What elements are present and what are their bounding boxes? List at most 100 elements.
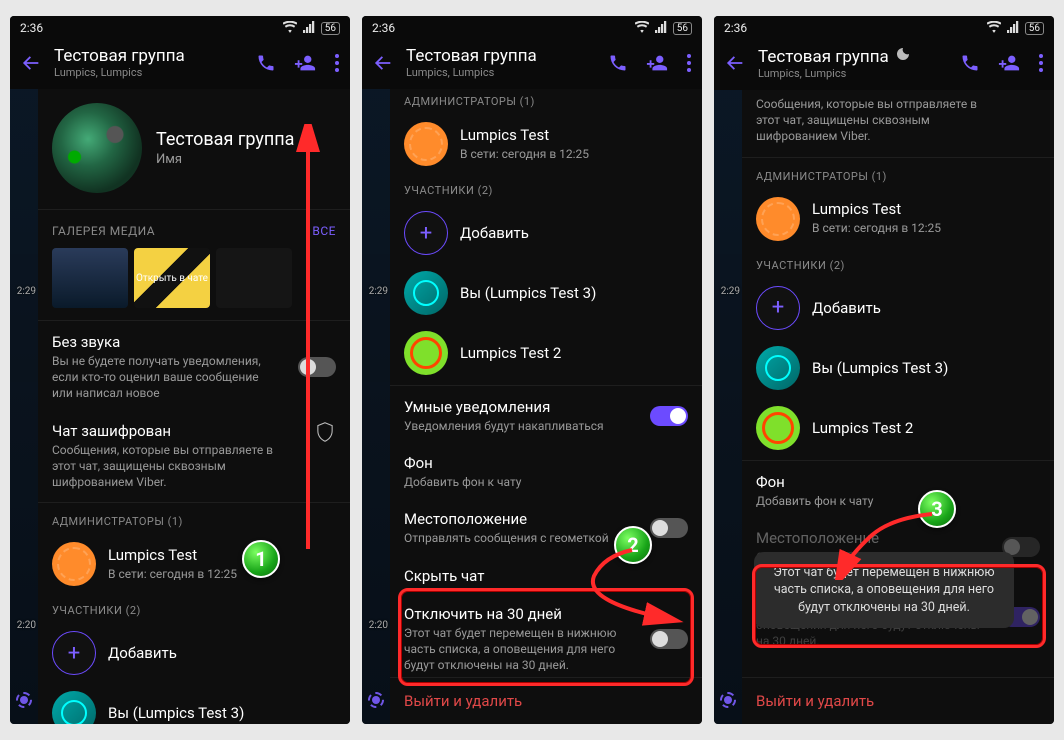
phone-screen-3: 2:29 2:36 56 Тестовая группа Lumpics, Lu… xyxy=(714,16,1054,724)
disable-30-days-setting[interactable]: Отключить на 30 дней Этот чат будет пере… xyxy=(390,595,702,677)
setting-desc: Добавить фон к чату xyxy=(404,474,634,490)
wifi-icon xyxy=(283,21,297,36)
admin-name: Lumpics Test xyxy=(812,200,1040,218)
background-setting[interactable]: Фон Добавить фон к чату xyxy=(390,444,702,500)
location-setting[interactable]: Местоположение Отправлять сообщения с ге… xyxy=(390,500,702,556)
mute-toggle[interactable] xyxy=(298,357,336,377)
add-person-icon[interactable] xyxy=(646,52,668,74)
phone-screen-1: 2:29 2:20 2:36 56 Тестовая группа xyxy=(10,16,350,724)
menu-dots-icon[interactable] xyxy=(1038,53,1044,73)
menu-dots-icon[interactable] xyxy=(686,53,692,73)
setting-title: Умные уведомления xyxy=(404,398,688,416)
header-subtitle: Lumpics, Lumpics xyxy=(406,66,596,79)
avatar xyxy=(756,346,800,390)
header-title: Тестовая группа xyxy=(406,46,596,66)
back-button[interactable] xyxy=(724,52,746,74)
smart-notifications-setting[interactable]: Умные уведомления Уведомления будут нака… xyxy=(390,388,702,444)
back-button[interactable] xyxy=(372,52,394,74)
add-member-row[interactable]: + Добавить xyxy=(390,203,702,263)
add-label: Добавить xyxy=(460,224,688,242)
member-row[interactable]: Вы (Lumpics Test 3) xyxy=(38,683,350,724)
phone-screen-2: 2:29 2:20 2:36 56 Тестовая группа Lumpic… xyxy=(362,16,702,724)
smart-notifications-toggle[interactable] xyxy=(650,406,688,426)
admin-status: В сети: сегодня в 12:25 xyxy=(108,566,336,582)
step-badge-3: 3 xyxy=(918,490,956,528)
setting-desc: Сообщения, которые вы отправляете в этот… xyxy=(52,442,282,491)
call-icon[interactable] xyxy=(960,53,980,73)
leave-and-delete-button[interactable]: Выйти и удалить xyxy=(390,677,702,724)
moon-icon xyxy=(895,46,911,67)
gallery-all-link[interactable]: ВСЕ xyxy=(312,224,336,238)
setting-desc: Отправлять сообщения с геометкой xyxy=(404,530,634,546)
wifi-icon xyxy=(987,21,1001,36)
signal-icon xyxy=(655,21,667,36)
encryption-info: Сообщения, которые вы отправляете в этот… xyxy=(742,90,1054,155)
group-info-panel: Сообщения, которые вы отправляете в этот… xyxy=(742,90,1054,724)
add-person-icon[interactable] xyxy=(294,52,316,74)
admin-status: В сети: сегодня в 12:25 xyxy=(812,220,1040,236)
media-thumbnail[interactable] xyxy=(52,248,128,308)
avatar xyxy=(756,406,800,450)
toast-message: Этот чат будет перемещен в нижнюю часть … xyxy=(754,552,1014,629)
header-subtitle: Lumpics, Lumpics xyxy=(54,66,244,79)
add-member-row[interactable]: + Добавить xyxy=(742,278,1054,338)
avatar xyxy=(756,197,800,241)
back-button[interactable] xyxy=(20,52,42,74)
member-row[interactable]: Вы (Lumpics Test 3) xyxy=(742,338,1054,398)
member-row[interactable]: Вы (Lumpics Test 3) xyxy=(390,263,702,323)
location-toggle[interactable] xyxy=(650,518,688,538)
add-member-row[interactable]: + Добавить xyxy=(38,623,350,683)
group-profile-header[interactable]: Тестовая группа Имя xyxy=(38,89,350,207)
add-label: Добавить xyxy=(108,644,336,662)
member-row[interactable]: Lumpics Test 2 xyxy=(742,398,1054,458)
chat-background-strip: 2:29 xyxy=(714,16,742,724)
header-title: Тестовая группа xyxy=(54,46,244,66)
setting-title: Местоположение xyxy=(404,510,688,528)
setting-title: Скрыть чат xyxy=(404,567,688,585)
avatar xyxy=(404,122,448,166)
media-thumbnail[interactable] xyxy=(216,248,292,308)
admin-row[interactable]: Lumpics Test В сети: сегодня в 12:25 xyxy=(742,189,1054,249)
admins-section-label: АДМИНИСТРАТОРЫ (1) xyxy=(390,89,702,114)
member-name: Вы (Lumpics Test 3) xyxy=(812,359,1040,377)
avatar xyxy=(52,542,96,586)
group-name-label: Имя xyxy=(156,152,294,167)
admin-name: Lumpics Test xyxy=(460,126,688,144)
status-time: 2:36 xyxy=(20,21,43,35)
plus-icon: + xyxy=(404,211,448,255)
call-icon[interactable] xyxy=(256,53,276,73)
mute-setting[interactable]: Без звука Вы не будете получать уведомле… xyxy=(38,323,350,412)
media-thumbnail[interactable]: Открыть в чате xyxy=(134,248,210,308)
admin-row[interactable]: Lumpics Test В сети: сегодня в 12:25 xyxy=(38,534,350,594)
step-badge-2: 2 xyxy=(614,526,652,564)
members-section-label: УЧАСТНИКИ (2) xyxy=(390,174,702,203)
call-icon[interactable] xyxy=(608,53,628,73)
setting-title: Фон xyxy=(756,473,1040,491)
header-subtitle: Lumpics, Lumpics xyxy=(758,67,948,80)
plus-icon: + xyxy=(52,631,96,675)
admin-status: В сети: сегодня в 12:25 xyxy=(460,146,688,162)
status-bar: 2:36 56 xyxy=(10,16,350,40)
admins-section-label: АДМИНИСТРАТОРЫ (1) xyxy=(742,160,1054,189)
setting-desc: Сообщения, которые вы отправляете в этот… xyxy=(756,96,986,145)
group-avatar[interactable] xyxy=(52,103,142,193)
media-gallery[interactable]: Открыть в чате xyxy=(38,244,350,318)
setting-desc: Уведомления будут накапливаться xyxy=(404,418,634,434)
disable-30-days-toggle[interactable] xyxy=(650,629,688,649)
encryption-info[interactable]: Чат зашифрован Сообщения, которые вы отп… xyxy=(38,412,350,501)
member-name: Lumpics Test 2 xyxy=(812,419,1040,437)
setting-desc: Этот чат будет перемещен в нижнюю часть … xyxy=(404,625,634,674)
admin-row[interactable]: Lumpics Test В сети: сегодня в 12:25 xyxy=(390,114,702,174)
group-name: Тестовая группа xyxy=(156,129,294,150)
media-gallery-label: ГАЛЕРЕЯ МЕДИА xyxy=(52,224,155,238)
hide-chat-setting[interactable]: Скрыть чат xyxy=(390,557,702,595)
add-person-icon[interactable] xyxy=(998,52,1020,74)
member-row[interactable]: Lumpics Test 2 xyxy=(390,323,702,383)
signal-icon xyxy=(303,21,315,36)
chat-header: Тестовая группа Lumpics, Lumpics xyxy=(10,40,350,89)
background-setting[interactable]: Фон Добавить фон к чату xyxy=(742,463,1054,519)
leave-and-delete-button[interactable]: Выйти и удалить xyxy=(742,677,1054,724)
menu-dots-icon[interactable] xyxy=(334,53,340,73)
bg-timestamp: 2:29 xyxy=(721,286,740,297)
setting-title: Местоположение xyxy=(756,529,1040,547)
